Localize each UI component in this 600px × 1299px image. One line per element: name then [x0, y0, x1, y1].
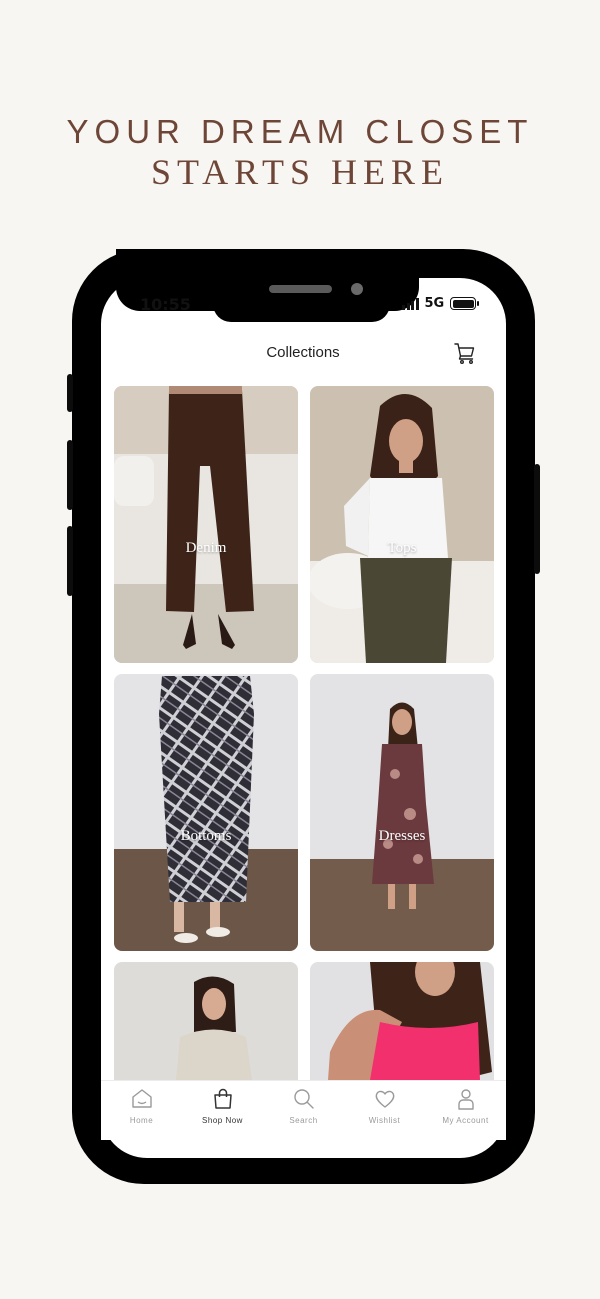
collection-tile-denim[interactable]: Denim [114, 386, 298, 663]
nav-home-label: Home [129, 1116, 154, 1125]
network-label: 5G [424, 296, 445, 311]
heart-icon [375, 1090, 394, 1108]
collection-tile-tops[interactable]: Tops [310, 386, 494, 663]
nav-wishlist-label: Wishlist [368, 1116, 401, 1125]
battery-icon [450, 297, 480, 310]
nav-home[interactable]: Home [101, 1081, 182, 1140]
nav-search-label: Search [289, 1116, 318, 1125]
status-indicators: 5G [402, 296, 480, 311]
page-title: Collections [266, 344, 340, 361]
phone-side-button-volume-down [67, 526, 73, 596]
speaker-grille [269, 285, 332, 293]
nav-shop-now-label: Shop Now [202, 1116, 243, 1125]
collection-label: Dresses [378, 828, 426, 844]
collection-tile-dresses[interactable]: Dresses [310, 674, 494, 951]
promo-headline: YOUR DREAM CLOSET STARTS HERE [0, 112, 600, 192]
collection-tile-bottoms[interactable]: Bottoms [114, 674, 298, 951]
bottom-nav: Home Shop Now Search Wishlist My Account [101, 1080, 506, 1140]
headline-line-1: YOUR DREAM CLOSET [66, 113, 534, 150]
shopping-bag-icon [213, 1088, 232, 1109]
home-icon [131, 1089, 152, 1108]
sweater-photo [114, 962, 298, 1080]
tops-photo [310, 386, 494, 663]
nav-shop-now[interactable]: Shop Now [182, 1081, 263, 1140]
phone-side-button-mute [67, 374, 73, 412]
nav-my-account-label: My Account [442, 1116, 489, 1125]
collection-label: Denim [185, 540, 227, 556]
headline-line-2: STARTS HERE [151, 152, 449, 192]
bottoms-photo [114, 674, 298, 951]
status-time: 10:55 [140, 295, 191, 314]
phone-side-button-power [534, 464, 540, 574]
collection-tile-5[interactable] [114, 962, 298, 1080]
front-camera [351, 283, 363, 295]
phone-notch-bottom [213, 300, 390, 322]
search-icon [293, 1089, 314, 1109]
collection-tile-6[interactable] [310, 962, 494, 1080]
pink-top-photo [310, 962, 494, 1080]
user-icon [457, 1089, 474, 1110]
dresses-photo [310, 674, 494, 951]
signal-icon [402, 297, 419, 310]
collection-label: Bottoms [180, 828, 232, 844]
denim-photo [114, 386, 298, 663]
phone-side-button-volume-up [67, 440, 73, 510]
nav-wishlist[interactable]: Wishlist [344, 1081, 425, 1140]
nav-search[interactable]: Search [263, 1081, 344, 1140]
collection-label: Tops [387, 540, 417, 556]
nav-my-account[interactable]: My Account [425, 1081, 506, 1140]
cart-icon[interactable] [453, 341, 477, 365]
